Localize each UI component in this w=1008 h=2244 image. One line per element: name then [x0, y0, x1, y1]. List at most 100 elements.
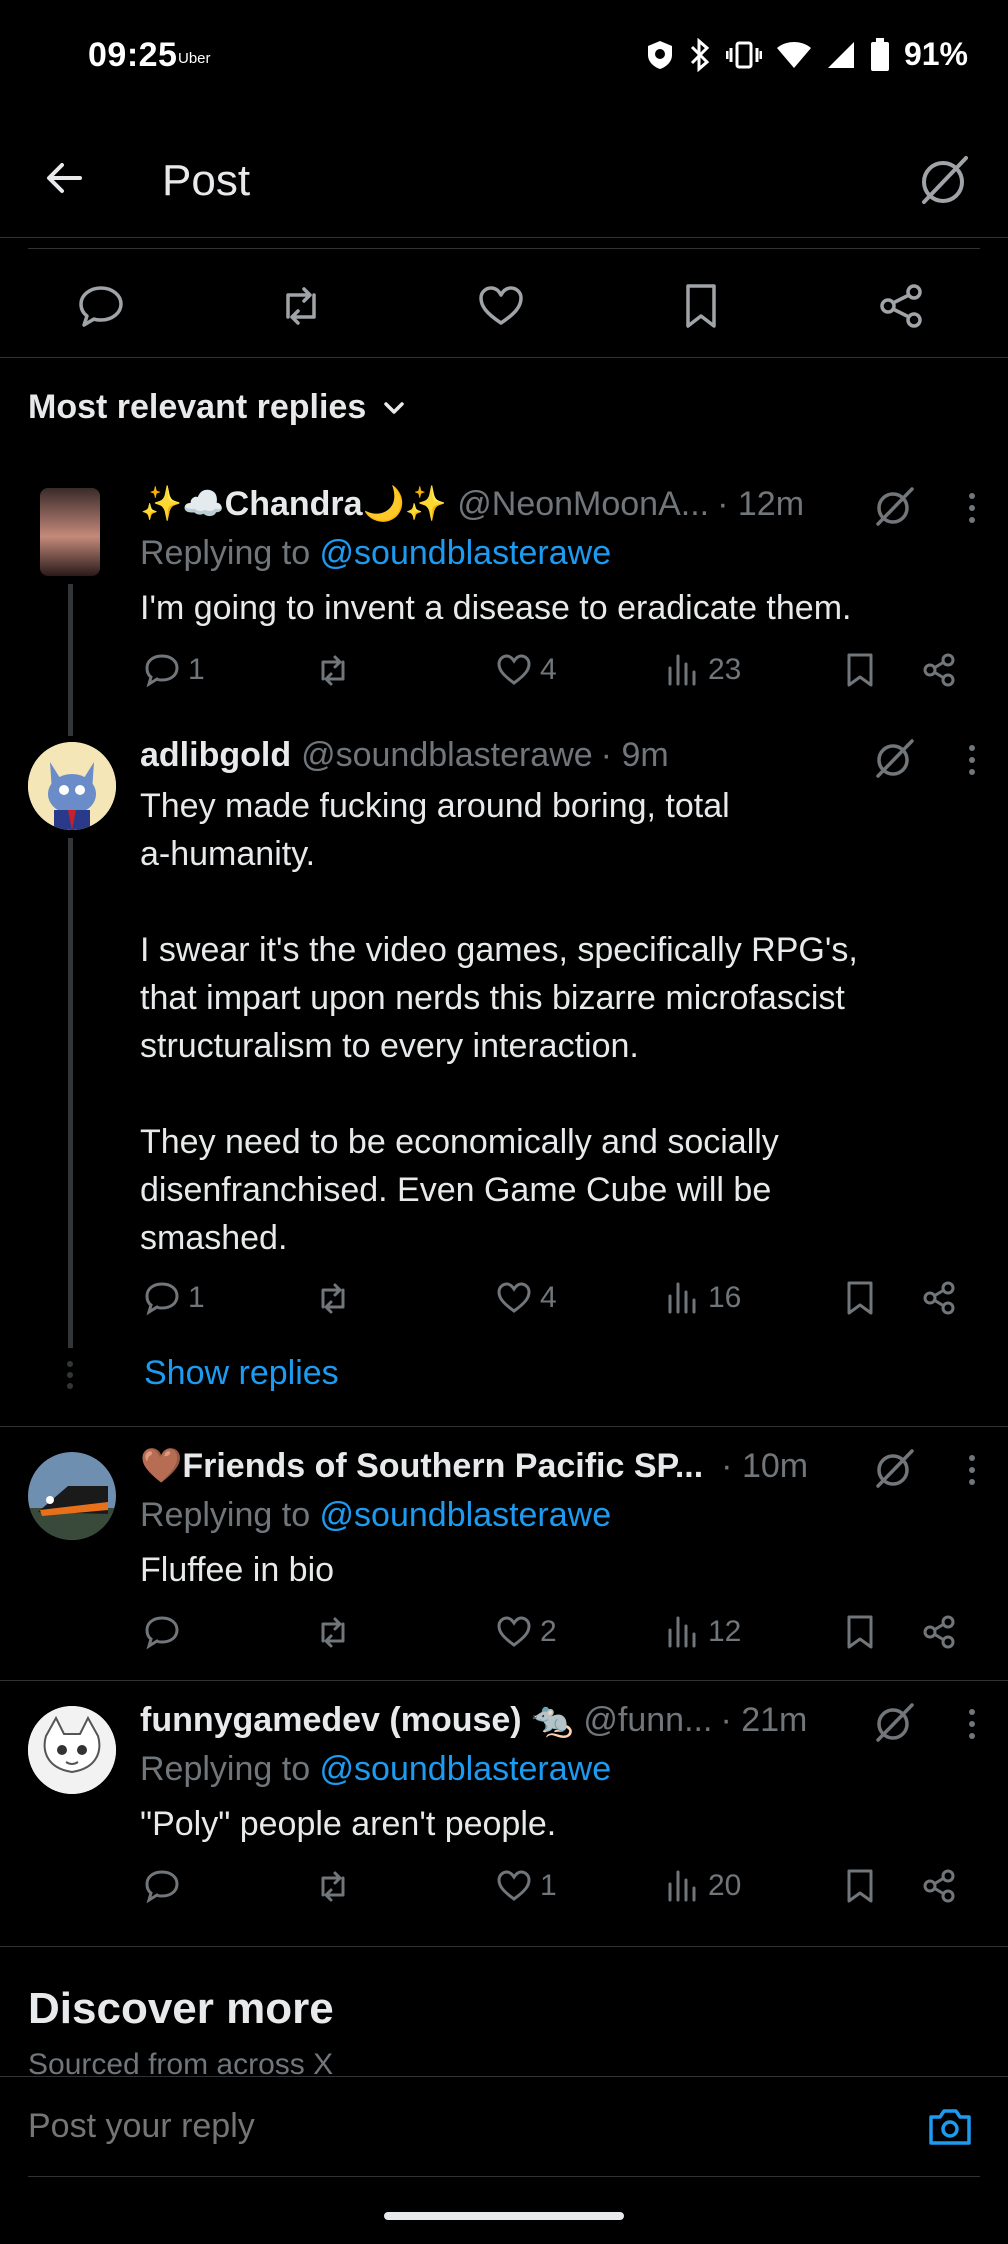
more-vertical-icon — [969, 493, 975, 523]
repost-icon — [286, 287, 316, 325]
battery-percent: 91% — [903, 36, 968, 72]
reply-text: Fluffee in bio — [140, 1551, 335, 1589]
share-button[interactable] — [876, 281, 926, 331]
grok-button[interactable] — [872, 1446, 916, 1490]
views-button[interactable]: 12 — [666, 1614, 741, 1650]
divider — [0, 1426, 1008, 1427]
share-icon — [923, 653, 955, 687]
thread-dots-icon — [67, 1361, 73, 1389]
like-button[interactable]: 4 — [496, 1280, 557, 1316]
avatar[interactable] — [28, 1452, 116, 1540]
share-icon — [923, 1869, 955, 1903]
bookmark-button[interactable] — [676, 281, 726, 331]
replying-to: Replying to @soundblasterawe — [140, 534, 611, 573]
bookmark-button[interactable] — [844, 1280, 876, 1316]
reply-icon — [79, 286, 123, 327]
views-button[interactable]: 16 — [666, 1280, 741, 1316]
post-header: Post — [0, 110, 1008, 238]
share-button[interactable] — [922, 1868, 956, 1904]
author-name[interactable]: funnygamedev (mouse) 🐀 — [140, 1700, 573, 1740]
repost-icon — [321, 655, 345, 686]
reply-composer — [0, 2076, 1008, 2176]
replies-sort-dropdown[interactable]: Most relevant replies — [28, 388, 408, 427]
reply-count-button[interactable] — [144, 1614, 188, 1650]
like-count: 4 — [540, 653, 557, 686]
author-handle[interactable]: @soundblasterawe — [301, 736, 593, 775]
back-button[interactable] — [40, 154, 88, 202]
heart-icon — [497, 1616, 531, 1647]
more-options-button[interactable] — [962, 1708, 982, 1752]
avatar[interactable] — [40, 488, 100, 576]
repost-button[interactable] — [314, 652, 352, 688]
divider — [0, 357, 1008, 358]
reply-input[interactable] — [28, 2107, 878, 2146]
repost-button[interactable] — [314, 1868, 352, 1904]
mention-link[interactable]: @soundblasterawe — [320, 1750, 612, 1788]
more-options-button[interactable] — [962, 1454, 982, 1498]
replies-sort-label: Most relevant replies — [28, 388, 367, 426]
vpn-shield-icon — [647, 40, 672, 69]
share-button[interactable] — [922, 652, 956, 688]
share-button[interactable] — [922, 1614, 956, 1650]
like-button[interactable]: 2 — [496, 1614, 557, 1650]
like-button[interactable]: 4 — [496, 652, 557, 688]
discover-subtitle: Sourced from across X — [28, 2048, 334, 2078]
like-button[interactable] — [476, 281, 526, 331]
reply-time[interactable]: · 10m — [721, 1447, 808, 1486]
grok-button[interactable] — [872, 736, 916, 780]
views-button[interactable]: 23 — [666, 652, 741, 688]
author-handle[interactable]: @NeonMoonA... — [457, 485, 709, 524]
show-replies-link[interactable]: Show replies — [144, 1354, 339, 1393]
bookmark-button[interactable] — [844, 652, 876, 688]
status-bar: 09:25 Uber 91% — [0, 0, 1008, 110]
grok-button[interactable] — [916, 152, 972, 208]
grok-button[interactable] — [872, 1700, 916, 1744]
camera-button[interactable] — [926, 2103, 974, 2151]
more-vertical-icon — [969, 1455, 975, 1485]
reply-count-button[interactable]: 1 — [144, 652, 205, 688]
anime-avatar-icon — [28, 1706, 116, 1794]
page-title: Post — [162, 156, 251, 205]
thread-line — [68, 838, 73, 1348]
bookmark-icon — [847, 1869, 873, 1903]
share-icon — [923, 1615, 955, 1649]
author-name[interactable]: adlibgold — [140, 736, 291, 775]
mention-link[interactable]: @soundblasterawe — [320, 1496, 612, 1534]
repost-button[interactable] — [314, 1280, 352, 1316]
bookmark-icon — [847, 653, 873, 687]
heart-icon — [497, 1870, 531, 1901]
grok-icon — [922, 156, 968, 204]
bookmark-button[interactable] — [844, 1868, 876, 1904]
like-button[interactable]: 1 — [496, 1868, 557, 1904]
share-button[interactable] — [922, 1280, 956, 1316]
repost-button[interactable] — [314, 1614, 352, 1650]
grok-icon — [876, 1703, 914, 1742]
views-chart-icon — [668, 1870, 696, 1902]
reply-count-button[interactable] — [144, 1868, 188, 1904]
grok-button[interactable] — [872, 484, 916, 528]
reply-header: adlibgold @soundblasterawe · 9m — [140, 736, 669, 780]
repost-button[interactable] — [276, 281, 326, 331]
more-options-button[interactable] — [962, 492, 982, 536]
author-name[interactable]: ✨☁️Chandra🌙✨ — [140, 484, 447, 524]
reply-count-button[interactable]: 1 — [144, 1280, 205, 1316]
status-time: 09:25 — [88, 36, 178, 74]
repost-icon — [321, 1871, 345, 1902]
reply-text: I'm going to invent a disease to eradica… — [140, 589, 852, 627]
replying-prefix: Replying to — [140, 534, 320, 572]
reply-time[interactable]: · 21m — [720, 1701, 807, 1740]
views-button[interactable]: 20 — [666, 1868, 741, 1904]
like-count: 2 — [540, 1615, 557, 1648]
avatar[interactable] — [28, 742, 116, 830]
reply-time[interactable]: · 12m — [717, 485, 804, 524]
author-name[interactable]: 🤎Friends of Southern Pacific SP... — [140, 1446, 703, 1486]
reply-time[interactable]: · 9m — [601, 736, 669, 775]
bookmark-button[interactable] — [844, 1614, 876, 1650]
reply-button[interactable] — [76, 281, 126, 331]
more-options-button[interactable] — [962, 744, 982, 788]
home-indicator[interactable] — [384, 2212, 624, 2220]
author-handle[interactable]: @funn... — [583, 1701, 712, 1740]
mention-link[interactable]: @soundblasterawe — [320, 534, 612, 572]
avatar[interactable] — [28, 1706, 116, 1794]
view-count: 16 — [708, 1281, 742, 1314]
